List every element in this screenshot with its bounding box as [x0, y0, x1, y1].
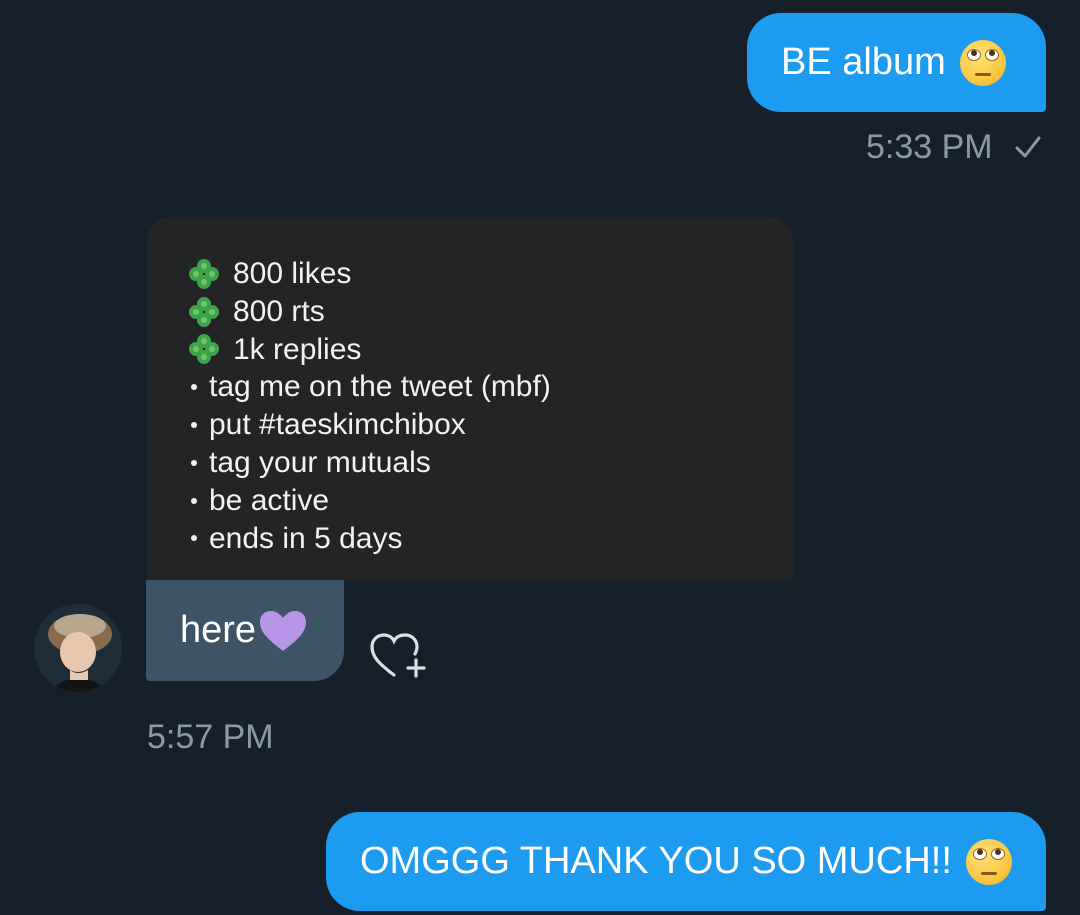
outgoing-message-bubble[interactable]: OMGGG THANK YOU SO MUCH!! [326, 812, 1046, 911]
rules-list-item-text: put #taeskimchibox [209, 408, 466, 442]
message-timestamp: 5:33 PM [866, 128, 993, 166]
dm-conversation: BE album 5:33 PM 800 likes 800 rts 1k repl… [0, 0, 1080, 915]
incoming-message-bubble[interactable]: here [146, 580, 344, 681]
message-timestamp: 5:57 PM [147, 718, 274, 756]
message-text: BE album [781, 41, 946, 83]
outgoing-message-bubble[interactable]: BE album [747, 13, 1046, 112]
bullet-icon [191, 535, 197, 542]
rules-list-item-text: ends in 5 days [209, 521, 403, 555]
rules-list-item-text: be active [209, 483, 330, 517]
rules-list-item: tag me on the tweet (mbf) [187, 368, 551, 406]
giveaway-rules-list: 800 likes 800 rts 1k replies tag me on the … [187, 255, 551, 557]
rules-list-item: be active [187, 482, 551, 520]
rules-list-item-text: tag me on the tweet (mbf) [209, 370, 551, 404]
bullet-icon [191, 384, 197, 391]
purple-heart-icon [260, 610, 307, 651]
avatar-photo [34, 604, 122, 692]
face-with-rolling-eyes-icon [959, 39, 1006, 86]
rules-list-item: put #taeskimchibox [187, 406, 551, 444]
rules-list-item: tag your mutuals [187, 444, 551, 482]
rules-list-item-text: 800 rts [233, 294, 325, 328]
rules-list-item-text: 1k replies [233, 332, 362, 366]
rules-list-item: 800 rts [187, 293, 551, 331]
rules-list-item: 1k replies [187, 331, 551, 369]
four-leaf-clover-icon [189, 258, 219, 289]
shared-image-card[interactable]: 800 likes 800 rts 1k replies tag me on the … [147, 217, 793, 580]
avatar[interactable] [34, 604, 122, 692]
add-reaction-heart-icon[interactable] [368, 620, 432, 680]
message-text: here [180, 609, 257, 651]
face-with-rolling-eyes-icon [965, 838, 1012, 885]
bullet-icon [191, 422, 197, 429]
bullet-icon [191, 497, 197, 504]
four-leaf-clover-icon [189, 296, 219, 327]
rules-list-item-text: 800 likes [233, 257, 352, 290]
rules-list-item: 800 likes [187, 255, 551, 293]
check-icon [1015, 136, 1041, 158]
rules-list-item-text: tag your mutuals [209, 445, 431, 479]
message-text: OMGGG THANK YOU SO MUCH!! [360, 840, 952, 882]
bullet-icon [191, 459, 197, 466]
four-leaf-clover-icon [189, 334, 219, 365]
rules-list-item: ends in 5 days [187, 520, 551, 558]
